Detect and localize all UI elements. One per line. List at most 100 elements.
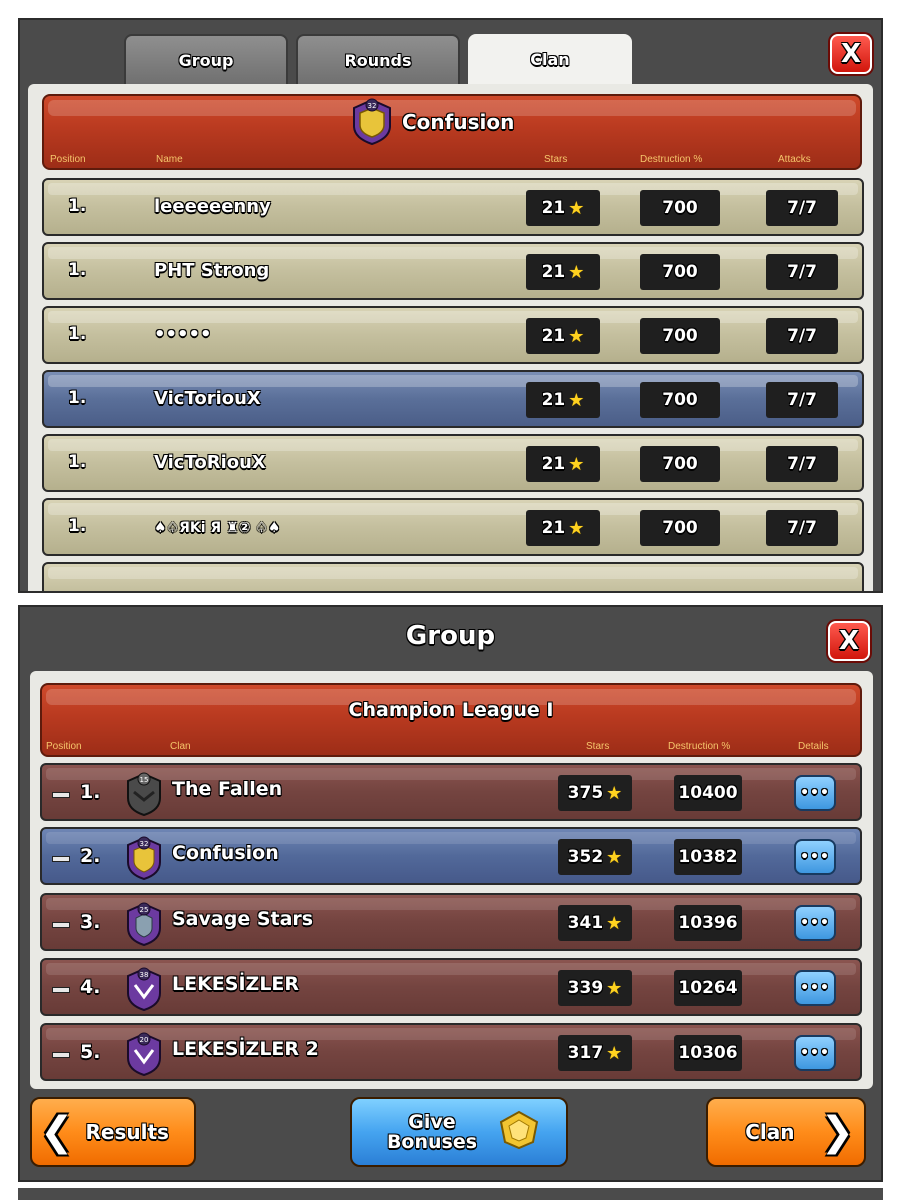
give-bonuses-button[interactable]: Give Bonuses (350, 1097, 568, 1167)
clan-destruction: 10400 (674, 775, 742, 811)
member-position: 1. (68, 324, 87, 344)
member-position: 1. (68, 452, 87, 472)
clan-destruction: 10382 (674, 839, 742, 875)
clan-header: 32 Confusion Position Name Stars Destruc… (42, 94, 862, 170)
col-clan: Clan (170, 741, 191, 752)
member-row[interactable]: 1. VicToRiouX 21 ★ 700 7/7 (42, 434, 864, 492)
details-button[interactable]: ••• (794, 839, 836, 875)
col-stars: Stars (586, 741, 610, 752)
clan-rank: 5. (80, 1041, 101, 1063)
svg-text:25: 25 (140, 906, 149, 914)
close-button[interactable]: X (830, 34, 872, 74)
page-title: Group (405, 621, 496, 651)
clan-badge-icon: 38 (122, 965, 166, 1013)
clan-badge-icon: 32 (122, 834, 166, 882)
clan-badge-icon: 20 (122, 1030, 166, 1078)
tab-group[interactable]: Group (124, 34, 288, 84)
clan-name: Savage Stars (172, 908, 314, 930)
member-name: PHT Strong (154, 260, 270, 281)
league-header: Champion League I Position Clan Stars De… (40, 683, 862, 757)
member-name: VicToriouX (154, 388, 261, 409)
col-details: Details (798, 741, 829, 752)
clan-stars: 375 ★ (558, 775, 632, 811)
clan-badge-icon: 25 (122, 900, 166, 948)
member-stars: 21 ★ (526, 382, 600, 418)
star-icon: ★ (606, 977, 623, 999)
member-name: ♠♤ЯKi Я ♜② ♤♠ (154, 520, 281, 536)
tab-clan[interactable]: Clan (468, 34, 632, 84)
member-stars: 21 ★ (526, 254, 600, 290)
chevron-right-icon: ❯ (820, 1109, 854, 1155)
col-destruction: Destruction % (668, 741, 731, 752)
details-button[interactable]: ••• (794, 970, 836, 1006)
member-name: ••••• (154, 324, 212, 345)
clan-row[interactable]: 3. 25 Savage Stars 341 ★ 10396 ••• (40, 893, 862, 951)
member-row[interactable]: 1. leeeeeenny 21 ★ 700 7/7 (42, 178, 864, 236)
clan-name: Confusion (402, 110, 515, 134)
details-button[interactable]: ••• (794, 905, 836, 941)
member-row-partial[interactable] (42, 562, 864, 591)
star-icon: ★ (606, 912, 623, 934)
member-destruction: 700 (640, 446, 720, 482)
clan-name: Confusion (172, 842, 279, 864)
clan-rank: 2. (80, 845, 101, 867)
close-button[interactable]: X (828, 621, 870, 661)
star-icon: ★ (568, 517, 585, 539)
clan-row[interactable]: 1. 15 The Fallen 375 ★ 10400 ••• (40, 763, 862, 821)
rank-change-icon (52, 792, 70, 798)
results-label: Results (85, 1120, 169, 1144)
clan-row[interactable]: 5. 20 LEKESİZLER 2 317 ★ 10306 ••• (40, 1023, 862, 1081)
star-icon: ★ (568, 325, 585, 347)
star-icon: ★ (606, 1042, 623, 1064)
clan-button[interactable]: Clan ❯ (706, 1097, 866, 1167)
clan-destruction: 10306 (674, 1035, 742, 1071)
member-position: 1. (68, 388, 87, 408)
svg-text:32: 32 (140, 840, 149, 848)
tab-rounds[interactable]: Rounds (296, 34, 460, 84)
rank-change-icon (52, 1052, 70, 1058)
clan-stars: 341 ★ (558, 905, 632, 941)
clan-rank: 4. (80, 976, 101, 998)
clan-row[interactable]: 4. 38 LEKESİZLER 339 ★ 10264 ••• (40, 958, 862, 1016)
svg-text:20: 20 (140, 1036, 149, 1044)
results-button[interactable]: ❮ Results (30, 1097, 196, 1167)
clan-rank: 3. (80, 911, 101, 933)
member-row[interactable]: 1. PHT Strong 21 ★ 700 7/7 (42, 242, 864, 300)
member-destruction: 700 (640, 190, 720, 226)
col-attacks: Attacks (778, 154, 811, 165)
clan-name: LEKESİZLER 2 (172, 1038, 319, 1060)
member-row-highlighted[interactable]: 1. VicToriouX 21 ★ 700 7/7 (42, 370, 864, 428)
rank-change-icon (52, 856, 70, 862)
member-position: 1. (68, 260, 87, 280)
member-row[interactable]: 1. ••••• 21 ★ 700 7/7 (42, 306, 864, 364)
member-destruction: 700 (640, 382, 720, 418)
member-attacks: 7/7 (766, 446, 838, 482)
col-stars: Stars (544, 154, 568, 165)
details-button[interactable]: ••• (794, 775, 836, 811)
star-icon: ★ (606, 782, 623, 804)
rank-change-icon (52, 922, 70, 928)
star-icon: ★ (568, 197, 585, 219)
star-icon: ★ (568, 389, 585, 411)
clan-stars: 317 ★ (558, 1035, 632, 1071)
clan-label: Clan (745, 1120, 795, 1144)
member-name: leeeeeenny (154, 196, 271, 217)
member-destruction: 700 (640, 318, 720, 354)
col-position: Position (50, 154, 86, 165)
clan-destruction: 10264 (674, 970, 742, 1006)
details-button[interactable]: ••• (794, 1035, 836, 1071)
give-bonuses-label: Give Bonuses (386, 1111, 478, 1153)
member-destruction: 700 (640, 254, 720, 290)
clan-badge-icon: 15 (122, 770, 166, 818)
member-row[interactable]: 1. ♠♤ЯKi Я ♜② ♤♠ 21 ★ 700 7/7 (42, 498, 864, 556)
member-attacks: 7/7 (766, 318, 838, 354)
col-destruction: Destruction % (640, 154, 703, 165)
star-icon: ★ (606, 846, 623, 868)
group-panel: Group X Champion League I Position Clan … (18, 605, 883, 1182)
svg-text:38: 38 (140, 971, 149, 979)
member-destruction: 700 (640, 510, 720, 546)
star-icon: ★ (568, 453, 585, 475)
member-attacks: 7/7 (766, 190, 838, 226)
clan-destruction: 10396 (674, 905, 742, 941)
clan-row-highlighted[interactable]: 2. 32 Confusion 352 ★ 10382 ••• (40, 827, 862, 885)
